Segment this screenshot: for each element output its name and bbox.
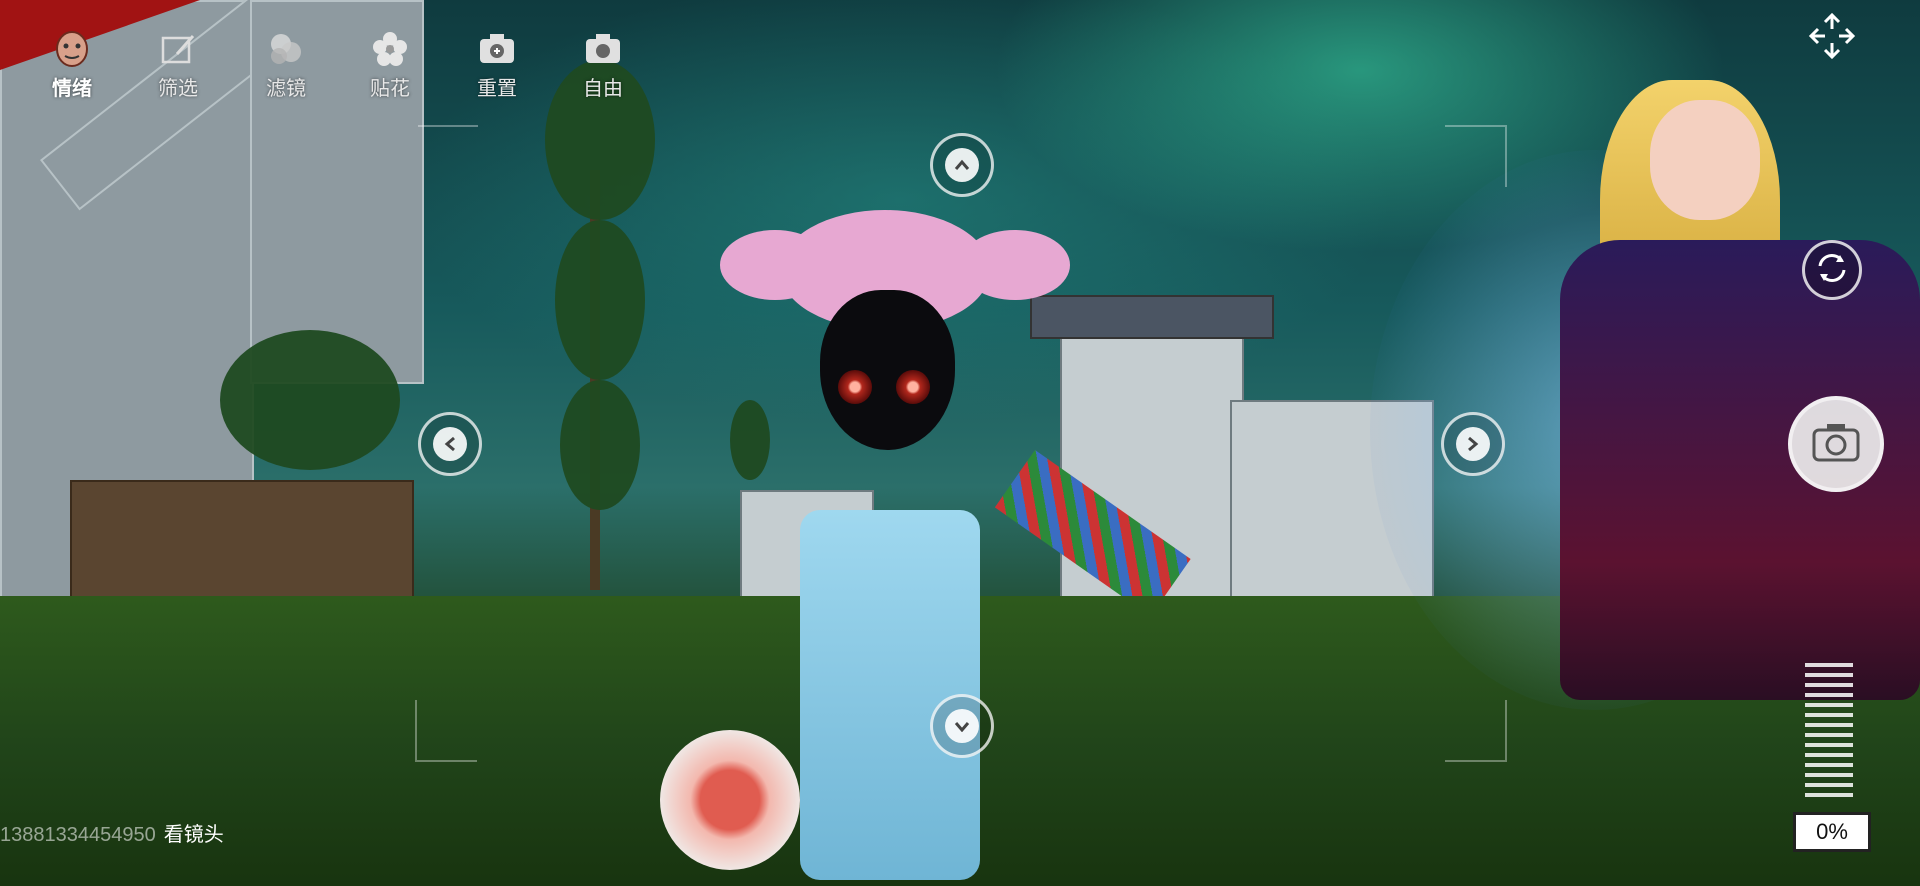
flower-sticker-icon: [369, 30, 411, 68]
camera-shutter-icon: [1811, 421, 1861, 468]
player-character: [660, 210, 1100, 886]
toolbar-emotion-label: 情绪: [52, 78, 92, 100]
tall-tree-mid: [555, 220, 645, 380]
tall-tree-low: [560, 380, 640, 510]
toolbar-free-camera-label: 自由: [583, 78, 623, 100]
zoom-tick: [1805, 733, 1853, 737]
npc-face: [1650, 100, 1760, 220]
expand-button[interactable]: [1804, 10, 1860, 66]
rotate-icon: [1814, 250, 1850, 291]
pink-hair-left-tuft: [720, 230, 830, 300]
frame-corner-bottom-right: [1445, 700, 1507, 762]
zoom-tick: [1805, 703, 1853, 707]
down-arrow-icon: [945, 709, 979, 743]
zoom-tick: [1805, 683, 1853, 687]
toolbar-lens-filter[interactable]: 滤镜: [246, 30, 326, 101]
camera-reset-icon: [476, 30, 518, 68]
zoom-tick: [1805, 743, 1853, 747]
expand-icon: [1807, 11, 1857, 66]
frame-corner-top-left: [418, 125, 478, 187]
toolbar-filter-select[interactable]: 筛选: [138, 30, 218, 101]
zoom-slider[interactable]: [1805, 663, 1853, 813]
toolbar-sticker-label: 贴花: [370, 78, 410, 100]
rotate-button[interactable]: [1802, 240, 1862, 300]
toolbar-emotion[interactable]: 情绪: [32, 30, 112, 101]
toolbar-filter-select-label: 筛选: [158, 78, 198, 100]
camera-free-icon: [582, 30, 624, 68]
frame-corner-top-right: [1445, 125, 1507, 187]
bush-tree: [220, 330, 400, 470]
zoom-tick: [1805, 753, 1853, 757]
zoom-tick: [1805, 783, 1853, 787]
zoom-tick: [1805, 723, 1853, 727]
zoom-tick: [1805, 663, 1853, 667]
toolbar-reset-label: 重置: [477, 78, 517, 100]
right-eye: [896, 370, 930, 404]
pink-hair-right-tuft: [960, 230, 1070, 300]
up-arrow-icon: [945, 148, 979, 182]
toolbar-sticker[interactable]: 贴花: [350, 30, 430, 101]
zoom-tick: [1805, 713, 1853, 717]
zoom-tick: [1805, 693, 1853, 697]
zoom-tick: [1805, 793, 1853, 797]
held-item: [660, 730, 800, 870]
zoom-percentage: 0%: [1793, 812, 1871, 852]
filter-circles-icon: [265, 30, 307, 68]
right-arrow-icon: [1456, 427, 1490, 461]
camera-up-button[interactable]: [930, 133, 994, 197]
left-arrow-icon: [433, 427, 467, 461]
zoom-tick: [1805, 673, 1853, 677]
left-eye: [838, 370, 872, 404]
frame-corner-bottom-left: [415, 700, 477, 762]
camera-left-button[interactable]: [418, 412, 482, 476]
shutter-button[interactable]: [1788, 396, 1884, 492]
toolbar-lens-filter-label: 滤镜: [266, 78, 306, 100]
camera-down-button[interactable]: [930, 694, 994, 758]
toolbar-free-camera[interactable]: 自由: [563, 30, 643, 101]
zoom-tick: [1805, 763, 1853, 767]
filter-edit-icon: [157, 30, 199, 68]
user-id-text: 13881334454950: [0, 824, 156, 846]
camera-right-button[interactable]: [1441, 412, 1505, 476]
face-icon: [51, 30, 93, 68]
toolbar-reset[interactable]: 重置: [457, 30, 537, 101]
zoom-tick: [1805, 773, 1853, 777]
status-caption: 13881334454950 看镜头: [0, 818, 224, 847]
dark-face: [820, 290, 955, 450]
caption-action-text: 看镜头: [163, 824, 224, 846]
